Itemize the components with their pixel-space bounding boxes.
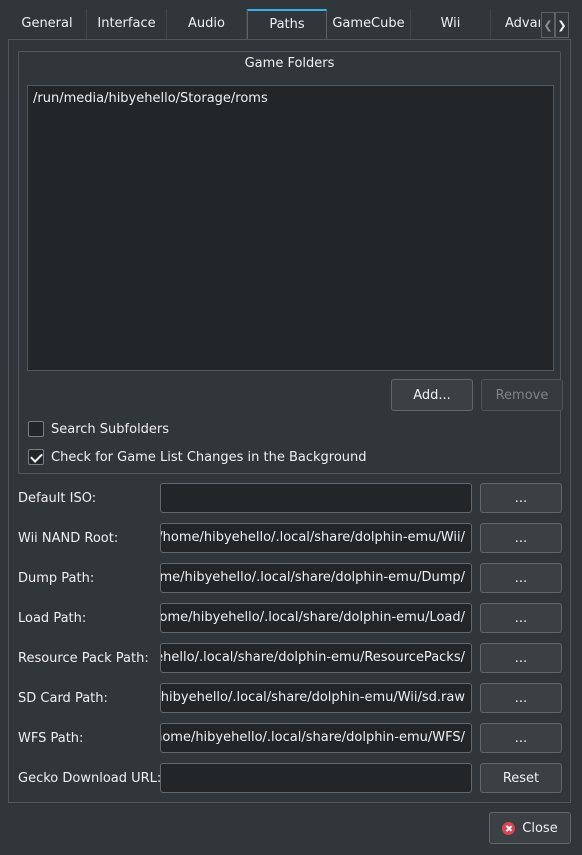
wii-nand-root-browse-button[interactable]: ...	[480, 523, 562, 553]
tab-audio[interactable]: Audio	[167, 9, 247, 40]
settings-window: General Interface Audio Paths GameCube W…	[0, 0, 582, 855]
load-path-browse-button[interactable]: ...	[480, 603, 562, 633]
tab-bar: General Interface Audio Paths GameCube W…	[8, 9, 540, 40]
search-subfolders-label: Search Subfolders	[51, 421, 170, 437]
close-icon	[502, 821, 516, 835]
check-changes-label: Check for Game List Changes in the Backg…	[51, 449, 367, 465]
default-iso-input[interactable]	[160, 483, 472, 513]
load-path-input[interactable]: /home/hibyehello/.local/share/dolphin-em…	[160, 603, 472, 633]
close-label: Close	[522, 820, 558, 836]
game-folders-title: Game Folders	[244, 56, 335, 71]
dump-path-label: Dump Path:	[18, 571, 95, 586]
tab-gamecube[interactable]: GameCube	[327, 9, 411, 40]
tab-interface[interactable]: Interface	[87, 9, 167, 40]
load-path-label: Load Path:	[18, 611, 87, 626]
tab-general[interactable]: General	[8, 9, 87, 40]
sd-card-path-label: SD Card Path:	[18, 691, 108, 706]
resource-pack-path-browse-button[interactable]: ...	[480, 643, 562, 673]
check-changes-checkbox[interactable]	[28, 449, 44, 465]
search-subfolders-row[interactable]: Search Subfolders	[28, 420, 169, 438]
wfs-path-browse-button[interactable]: ...	[480, 723, 562, 753]
default-iso-browse-button[interactable]: ...	[480, 483, 562, 513]
close-button[interactable]: Close	[489, 812, 571, 844]
resource-pack-path-label: Resource Pack Path:	[18, 651, 149, 666]
add-folder-button[interactable]: Add...	[391, 379, 473, 411]
wfs-path-input[interactable]: /home/hibyehello/.local/share/dolphin-em…	[160, 723, 472, 753]
gecko-url-input[interactable]	[160, 763, 472, 793]
wii-nand-root-input[interactable]: /home/hibyehello/.local/share/dolphin-em…	[160, 523, 472, 553]
paths-panel: Game Folders /run/media/hibyehello/Stora…	[8, 39, 571, 803]
chevron-left-icon: ❮	[543, 18, 553, 32]
sd-card-path-browse-button[interactable]: ...	[480, 683, 562, 713]
wii-nand-root-label: Wii NAND Root:	[18, 531, 119, 546]
tab-scroll-right-button[interactable]: ❯	[555, 12, 569, 38]
resource-pack-path-input[interactable]: /home/hibyehello/.local/share/dolphin-em…	[160, 643, 472, 673]
sd-card-path-input[interactable]: /home/hibyehello/.local/share/dolphin-em…	[160, 683, 472, 713]
game-folders-group: Game Folders /run/media/hibyehello/Stora…	[18, 51, 563, 474]
remove-folder-button[interactable]: Remove	[481, 379, 563, 411]
tab-advanced[interactable]: Advan	[491, 9, 540, 40]
default-iso-label: Default ISO:	[18, 491, 97, 506]
game-folders-list[interactable]: /run/media/hibyehello/Storage/roms	[27, 85, 554, 371]
wfs-path-label: WFS Path:	[18, 731, 84, 746]
tab-paths[interactable]: Paths	[247, 9, 327, 40]
dump-path-browse-button[interactable]: ...	[480, 563, 562, 593]
search-subfolders-checkbox[interactable]	[28, 421, 44, 437]
gecko-url-label: Gecko Download URL:	[18, 771, 162, 786]
gecko-reset-button[interactable]: Reset	[480, 763, 562, 793]
tab-wii[interactable]: Wii	[411, 9, 491, 40]
list-item[interactable]: /run/media/hibyehello/Storage/roms	[28, 86, 553, 111]
check-changes-row[interactable]: Check for Game List Changes in the Backg…	[28, 448, 367, 466]
chevron-right-icon: ❯	[557, 18, 567, 32]
dump-path-input[interactable]: /home/hibyehello/.local/share/dolphin-em…	[160, 563, 472, 593]
tab-scroll-left-button[interactable]: ❮	[541, 12, 555, 38]
